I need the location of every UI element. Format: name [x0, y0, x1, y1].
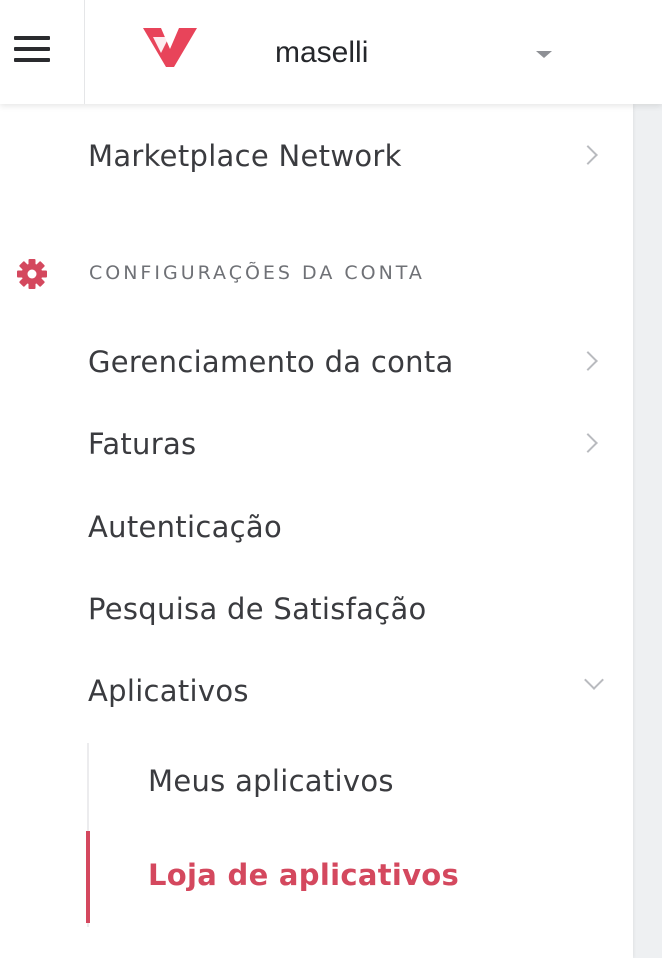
account-name[interactable]: maselli: [275, 33, 368, 73]
hamburger-menu-button[interactable]: [0, 0, 85, 104]
chevron-right-icon: [578, 351, 598, 371]
sidebar-subitem-app-store[interactable]: Loja de aplicativos: [0, 845, 633, 905]
chevron-right-icon: [578, 433, 598, 453]
content-background: [633, 104, 662, 958]
active-indicator: [86, 831, 90, 923]
sidebar-item-label: Faturas: [88, 427, 197, 461]
sidebar-subitem-my-apps[interactable]: Meus aplicativos: [0, 751, 633, 811]
chevron-down-icon: [584, 670, 604, 690]
sidebar-item-authentication[interactable]: Autenticação: [0, 497, 633, 557]
sidebar-item-applications[interactable]: Aplicativos: [0, 661, 633, 721]
gear-icon: [17, 259, 47, 289]
sidebar-subitem-label: Meus aplicativos: [148, 764, 394, 798]
sidebar-item-satisfaction-survey[interactable]: Pesquisa de Satisfação: [0, 579, 633, 639]
sidebar-item-label: Gerenciamento da conta: [88, 345, 454, 379]
brand-logo-icon[interactable]: [141, 25, 199, 69]
sidebar-item-label: Pesquisa de Satisfação: [88, 592, 427, 626]
hamburger-menu-icon: [14, 36, 50, 40]
top-bar: maselli: [0, 0, 662, 104]
sidebar-item-label: Marketplace Network: [88, 139, 402, 173]
sidebar-item-label: Autenticação: [88, 510, 283, 544]
hamburger-menu-icon-line: [14, 58, 50, 62]
chevron-right-icon: [578, 145, 598, 165]
sidebar-item-marketplace-network[interactable]: Marketplace Network: [0, 126, 633, 186]
sidebar-item-invoices[interactable]: Faturas: [0, 414, 633, 474]
hamburger-menu-icon-line: [14, 47, 50, 51]
section-title: CONFIGURAÇÕES DA CONTA: [89, 262, 425, 284]
sidebar-item-account-management[interactable]: Gerenciamento da conta: [0, 332, 633, 392]
caret-down-icon[interactable]: [536, 51, 552, 58]
sidebar-item-label: Aplicativos: [88, 674, 249, 708]
section-header-account-settings: CONFIGURAÇÕES DA CONTA: [0, 248, 633, 298]
sidebar-subitem-label: Loja de aplicativos: [148, 858, 460, 892]
sidebar-nav: Marketplace Network CONFIGURAÇÕES DA CON…: [0, 104, 633, 958]
